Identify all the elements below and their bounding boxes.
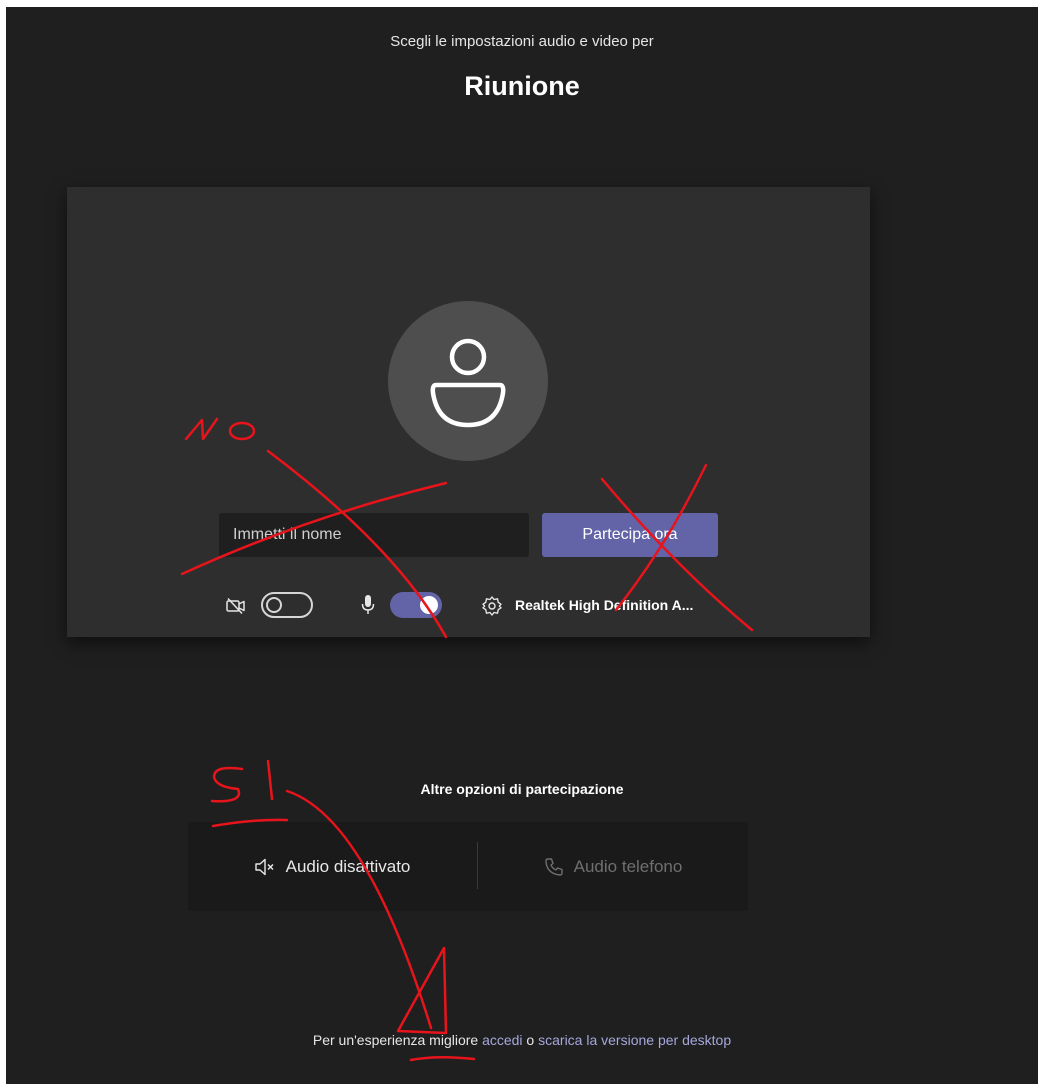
video-preview-panel: Partecipa ora Realtek High Definition A.… (67, 187, 870, 637)
phone-audio-option[interactable]: Audio telefono (478, 822, 748, 911)
annotation-accedi-underline (409, 1056, 476, 1062)
annotation-arrow-head (396, 946, 448, 1035)
other-options-title: Altre opzioni di partecipazione (420, 781, 624, 797)
meeting-title: Riunione (464, 71, 580, 101)
microphone-toggle-knob (420, 596, 438, 614)
audio-off-option[interactable]: Audio disattivato (188, 822, 476, 911)
camera-toggle-knob (266, 597, 282, 613)
person-icon (430, 338, 506, 428)
header-subtitle: Scegli le impostazioni audio e video per (390, 33, 654, 50)
footer-prefix: Per un'esperienza migliore (312, 1032, 483, 1048)
footer-text: Per un'esperienza migliore accedi o scar… (6, 1032, 1038, 1048)
teams-prejoin-screen: Scegli le impostazioni audio e video per… (6, 7, 1038, 1084)
phone-audio-label: Audio telefono (573, 856, 683, 876)
microphone-icon (361, 595, 375, 614)
download-desktop-link[interactable]: scarica la versione per desktop (538, 1032, 731, 1048)
join-options-panel: Audio disattivato Audio telefono (188, 822, 748, 911)
signin-link[interactable]: accedi (482, 1032, 522, 1048)
name-input[interactable] (219, 513, 529, 557)
camera-off-icon (226, 597, 245, 615)
footer-middle: o (522, 1032, 539, 1048)
audio-off-label: Audio disattivato (285, 856, 411, 876)
avatar (388, 301, 548, 461)
camera-toggle[interactable] (261, 592, 313, 618)
phone-icon (544, 857, 563, 876)
audio-device-label[interactable]: Realtek High Definition A... (515, 597, 693, 613)
gear-icon[interactable] (481, 595, 503, 617)
speaker-muted-icon (254, 858, 274, 875)
join-now-button[interactable]: Partecipa ora (542, 513, 718, 557)
microphone-toggle[interactable] (390, 592, 442, 618)
